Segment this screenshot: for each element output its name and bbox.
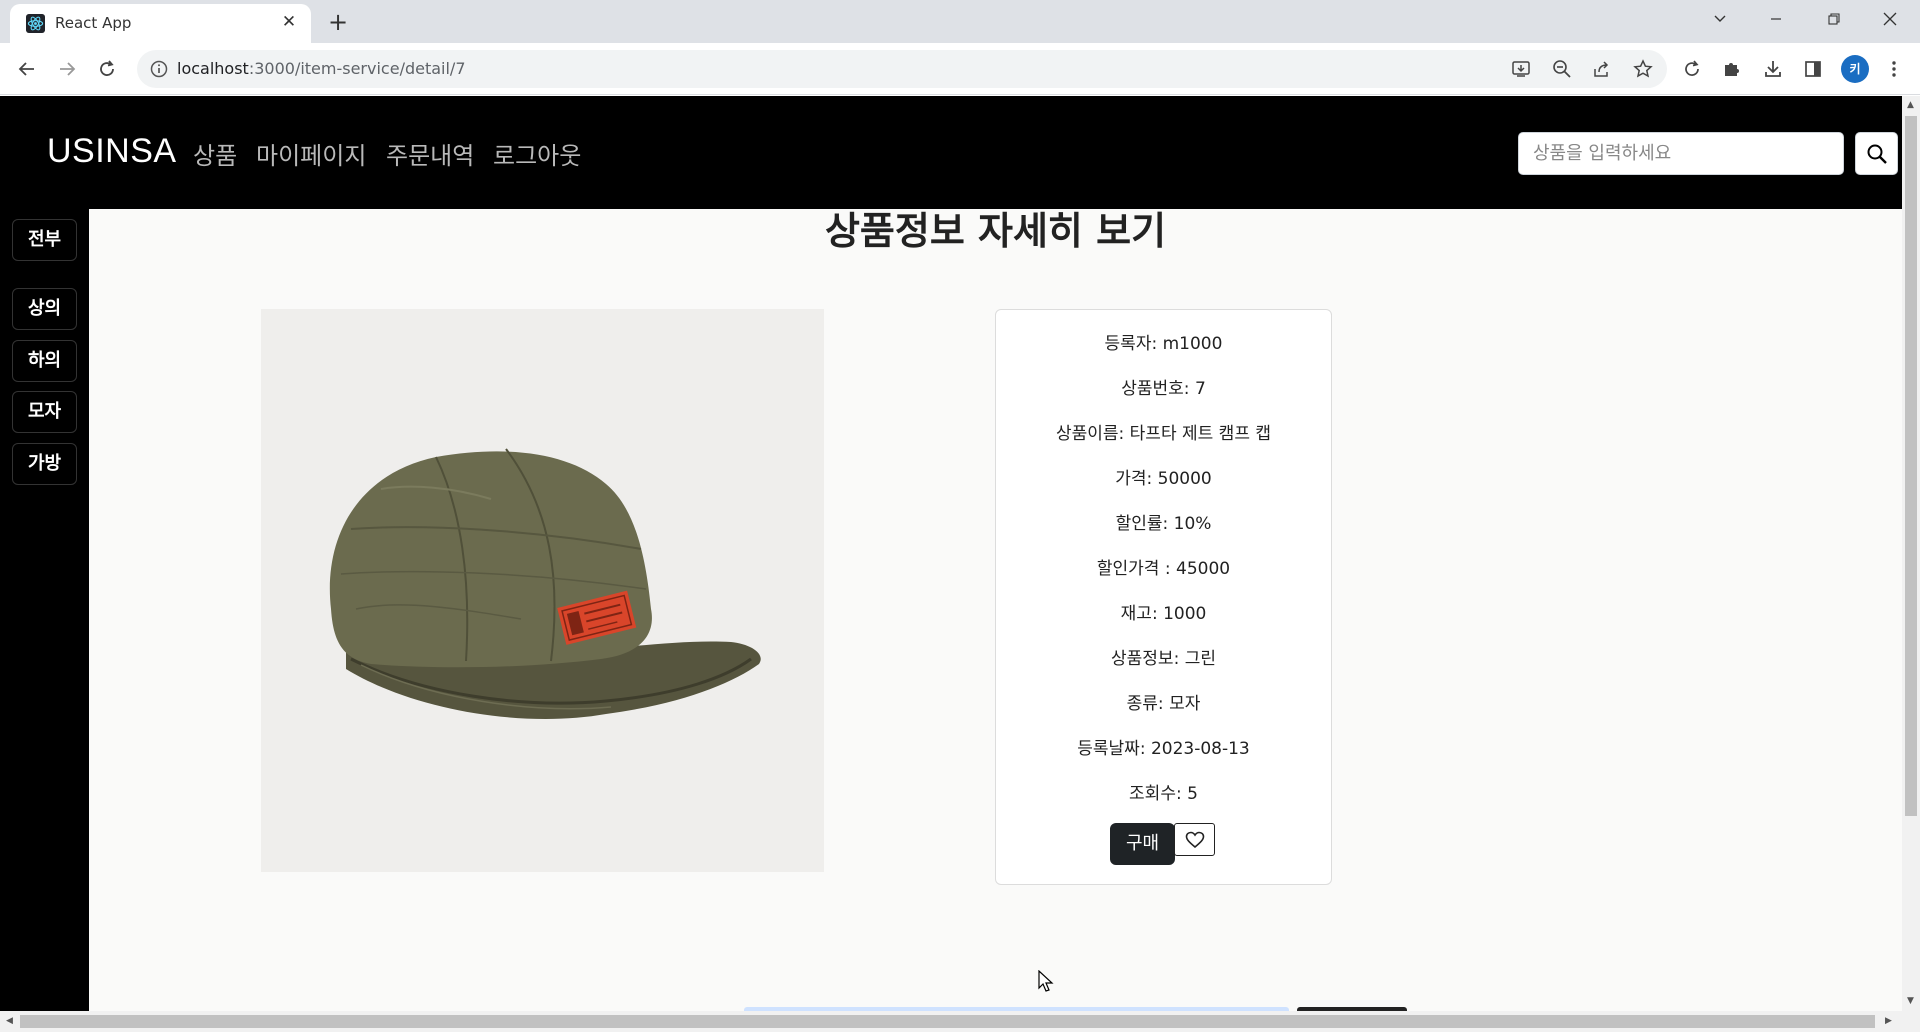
info-product-name: 상품이름타프타 제트 캠프 캡 xyxy=(996,419,1331,444)
scroll-right-arrow-icon[interactable]: ▶ xyxy=(1885,1016,1892,1026)
info-label: 종류 xyxy=(1127,694,1169,714)
info-price: 가격50000 xyxy=(996,464,1331,489)
site-navbar: USINSA 상품 마이페이지 주문내역 로그아웃 xyxy=(0,96,1902,209)
info-label: 등록날짜 xyxy=(1077,739,1151,759)
info-registered-date: 등록날짜2023-08-13 xyxy=(996,734,1331,759)
buy-button[interactable]: 구매 xyxy=(1110,823,1175,865)
info-label: 등록자 xyxy=(1105,334,1163,354)
site-info-icon[interactable] xyxy=(149,59,169,79)
browser-menu-icon[interactable] xyxy=(1881,56,1907,82)
site-logo[interactable]: USINSA xyxy=(47,132,177,171)
scroll-left-arrow-icon[interactable]: ◀ xyxy=(6,1016,13,1026)
new-tab-icon[interactable]: + xyxy=(323,8,353,36)
info-value: 1000 xyxy=(1163,604,1207,624)
info-label: 가격 xyxy=(1115,469,1157,489)
main-content: 상품정보 자세히 보기 등록자: m1000 상품번호: 7 상품이름: … xyxy=(89,209,1902,1011)
tab-title: React App xyxy=(55,14,132,32)
info-view-count: 조회수5 xyxy=(996,779,1331,804)
minimize-icon[interactable] xyxy=(1748,0,1804,38)
nav-link-mypage[interactable]: 마이페이지 xyxy=(256,136,366,171)
search-button[interactable] xyxy=(1855,132,1898,175)
product-info-card: 등록자m1000 상품번호7 상품이름타프타 제트 캠프 캡 가격50000 할… xyxy=(995,309,1332,885)
close-tab-icon[interactable]: ✕ xyxy=(277,10,301,34)
info-category: 종류모자 xyxy=(996,689,1331,714)
browser-tabstrip: React App ✕ + xyxy=(0,0,1920,43)
info-label: 할인률 xyxy=(1116,514,1174,534)
forward-arrow-icon[interactable] xyxy=(51,53,83,85)
react-logo-icon xyxy=(26,14,45,33)
info-registrant: 등록자m1000 xyxy=(996,329,1331,354)
horizontal-scroll-thumb[interactable] xyxy=(20,1015,1875,1028)
info-value: 2023-08-13 xyxy=(1150,739,1250,759)
info-label: 재고 xyxy=(1121,604,1163,624)
profile-avatar[interactable]: 키 xyxy=(1841,55,1869,83)
search-input[interactable] xyxy=(1518,132,1844,175)
wishlist-button[interactable] xyxy=(1174,823,1215,856)
zoom-out-icon[interactable] xyxy=(1549,56,1575,82)
info-value: 45000 xyxy=(1176,559,1231,579)
reload-icon[interactable] xyxy=(91,53,123,85)
browser-tab[interactable]: React App ✕ xyxy=(10,4,311,43)
page-viewport: USINSA 상품 마이페이지 주문내역 로그아웃 전부 상의 하의 모자 가방… xyxy=(0,96,1902,1011)
info-label: 상품번호 xyxy=(1121,379,1195,399)
address-bar[interactable]: localhost:3000/item-service/detail/7 xyxy=(137,50,1667,88)
category-bags-button[interactable]: 가방 xyxy=(12,443,77,485)
info-product-number: 상품번호7 xyxy=(996,374,1331,399)
share-icon[interactable] xyxy=(1589,56,1615,82)
restore-icon[interactable] xyxy=(1806,0,1862,38)
info-value: 모자 xyxy=(1169,694,1201,714)
url-text: localhost:3000/item-service/detail/7 xyxy=(177,59,466,78)
scroll-down-arrow-icon[interactable]: ▼ xyxy=(1907,996,1914,1006)
tab-search-icon[interactable] xyxy=(1692,0,1748,38)
search-icon xyxy=(1867,144,1887,164)
page-title: 상품정보 자세히 보기 xyxy=(824,209,1167,253)
close-window-icon[interactable] xyxy=(1862,0,1918,38)
info-value: 10% xyxy=(1173,514,1212,534)
nav-link-products[interactable]: 상품 xyxy=(193,136,237,171)
category-all-button[interactable]: 전부 xyxy=(12,219,77,261)
nav-link-orders[interactable]: 주문내역 xyxy=(386,136,474,171)
info-label: 할인가격 xyxy=(1097,559,1176,579)
install-app-icon[interactable] xyxy=(1508,56,1534,82)
info-discount-rate: 할인률10% xyxy=(996,509,1331,534)
url-host: localhost xyxy=(177,59,249,78)
category-tops-button[interactable]: 상의 xyxy=(12,288,77,330)
downloads-icon[interactable] xyxy=(1760,56,1786,82)
product-image xyxy=(261,309,824,872)
category-sidebar: 전부 상의 하의 모자 가방 xyxy=(0,209,89,1011)
category-bottoms-button[interactable]: 하의 xyxy=(12,340,77,382)
info-description: 상품정보그린 xyxy=(996,644,1331,669)
vertical-scroll-thumb[interactable] xyxy=(1905,116,1917,816)
info-value: 50000 xyxy=(1157,469,1212,489)
info-value: 타프타 제트 캠프 캡 xyxy=(1129,424,1272,444)
cap-product-photo xyxy=(329,448,761,719)
bookmark-star-icon[interactable] xyxy=(1630,56,1656,82)
info-label: 상품정보 xyxy=(1111,649,1185,669)
info-label: 조회수 xyxy=(1129,784,1187,804)
info-value: 그린 xyxy=(1184,649,1216,669)
info-value: 7 xyxy=(1194,379,1206,399)
category-hats-button[interactable]: 모자 xyxy=(12,391,77,433)
info-discount-price: 할인가격 45000 xyxy=(996,554,1331,579)
info-stock: 재고1000 xyxy=(996,599,1331,624)
mouse-cursor-icon xyxy=(1038,970,1054,992)
browser-toolbar: localhost:3000/item-service/detail/7 키 xyxy=(0,43,1920,95)
horizontal-scrollbar[interactable]: ◀ ▶ xyxy=(0,1011,1920,1032)
url-path: :3000/item-service/detail/7 xyxy=(248,59,466,78)
scroll-up-arrow-icon[interactable]: ▲ xyxy=(1907,100,1914,110)
heart-outline-icon xyxy=(1185,831,1204,848)
extension-refresh-icon[interactable] xyxy=(1679,56,1705,82)
info-value: m1000 xyxy=(1162,334,1223,354)
nav-link-logout[interactable]: 로그아웃 xyxy=(493,136,581,171)
vertical-scrollbar[interactable]: ▲ ▼ xyxy=(1902,96,1920,1011)
extensions-puzzle-icon[interactable] xyxy=(1719,56,1745,82)
side-panel-icon[interactable] xyxy=(1800,56,1826,82)
info-label: 상품이름 xyxy=(1056,424,1130,444)
info-value: 5 xyxy=(1187,784,1198,804)
back-arrow-icon[interactable] xyxy=(11,53,43,85)
